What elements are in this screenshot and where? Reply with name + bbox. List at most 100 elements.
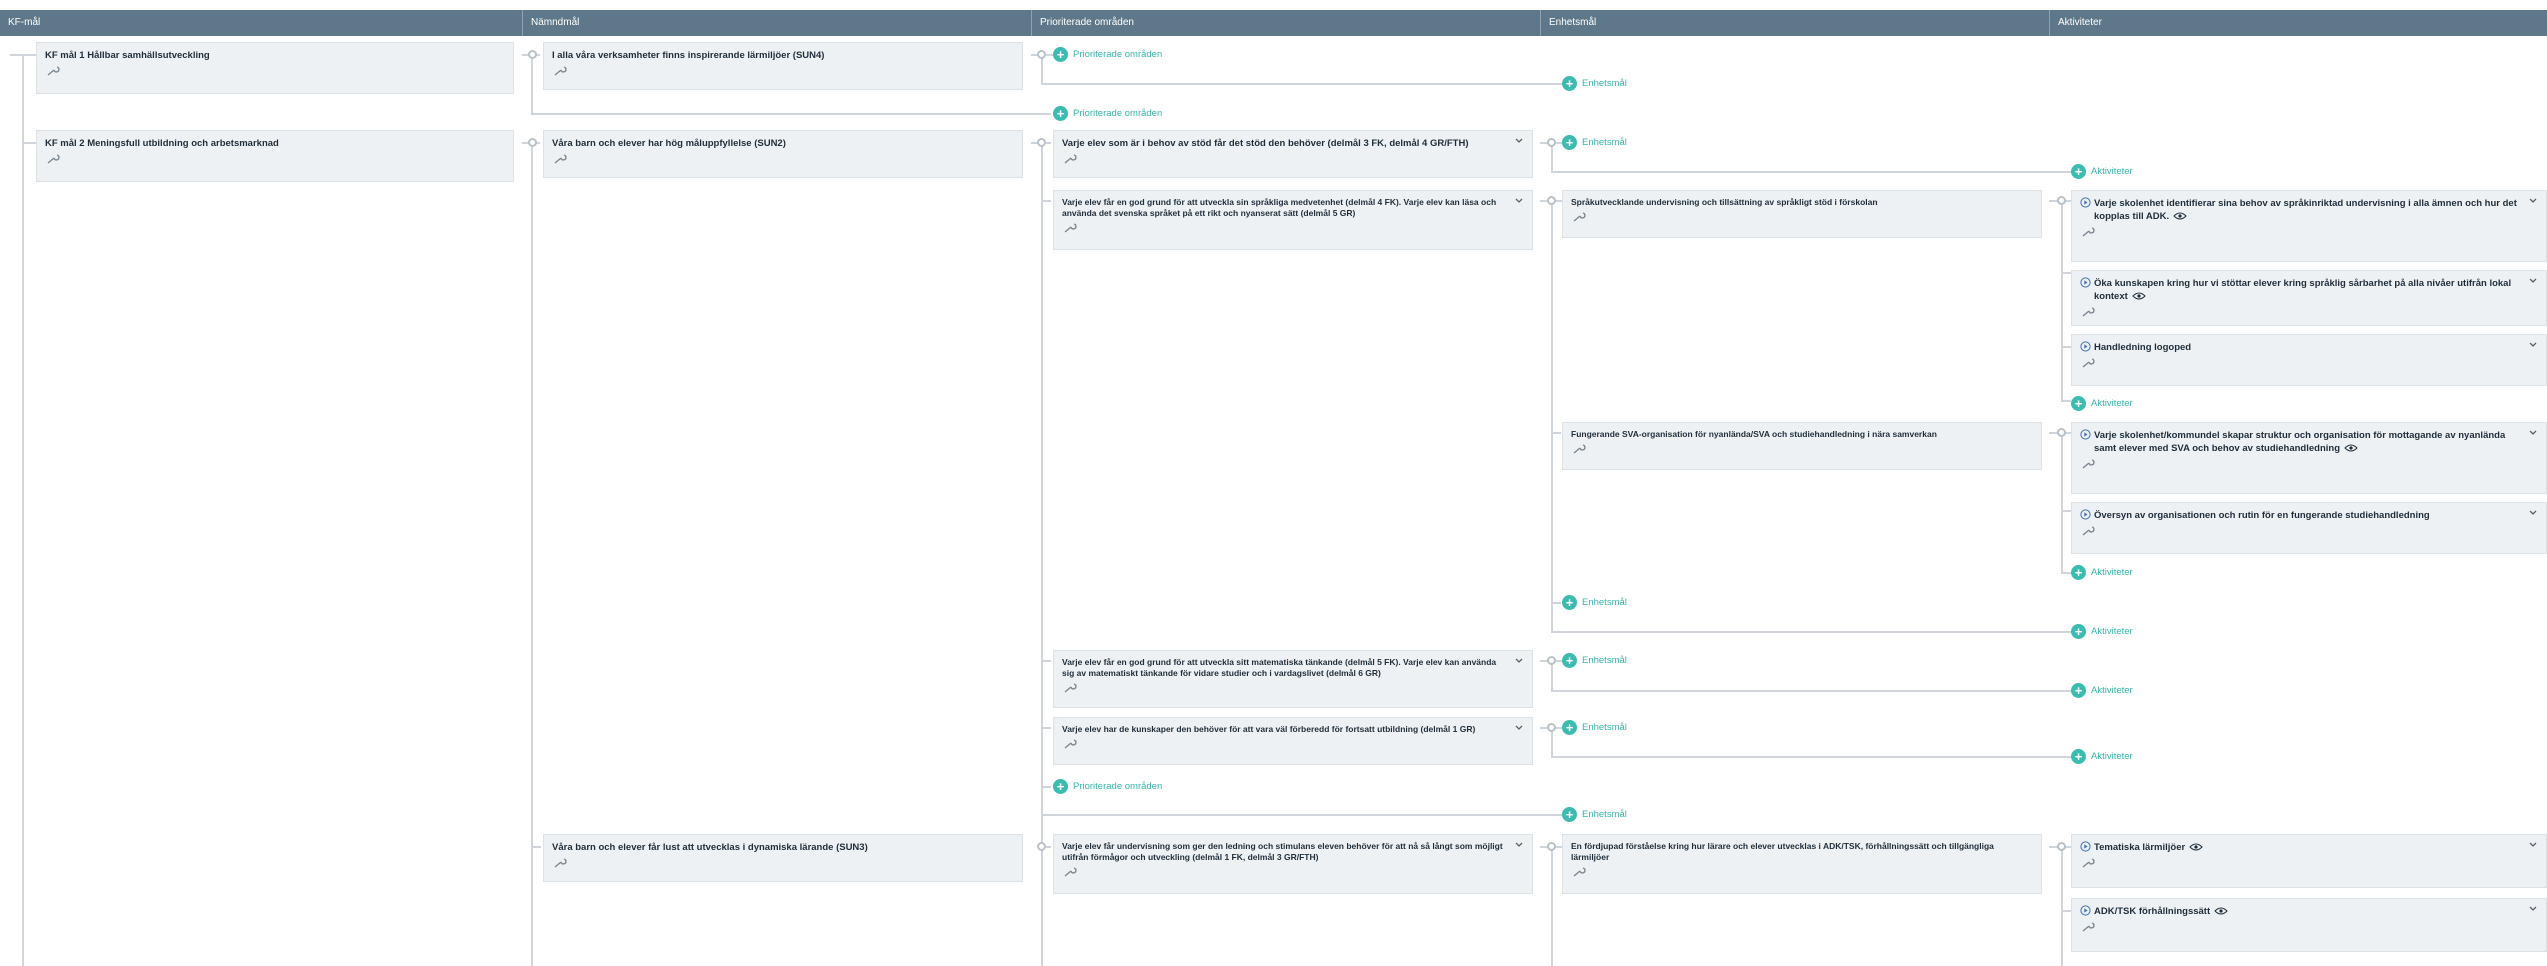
add-unit-goal-button[interactable]: + Enhetsmål bbox=[1562, 719, 1627, 735]
connector-dot bbox=[2057, 428, 2066, 437]
namnd-goal-card[interactable]: Våra barn och elever får lust att utveck… bbox=[543, 834, 1023, 882]
wrench-icon[interactable] bbox=[45, 66, 63, 78]
plus-circle-icon: + bbox=[1562, 75, 1577, 91]
add-label: Enhetsmål bbox=[1582, 808, 1627, 820]
activity-card[interactable]: Handledning logoped bbox=[2071, 334, 2547, 386]
wrench-icon[interactable] bbox=[1062, 683, 1080, 695]
plus-circle-icon: + bbox=[1562, 719, 1577, 735]
wrench-icon[interactable] bbox=[1571, 212, 1589, 224]
wrench-icon[interactable] bbox=[2080, 526, 2098, 538]
activity-card[interactable]: Varje skolenhet/kommundel skapar struktu… bbox=[2071, 422, 2547, 494]
chevron-down-icon[interactable] bbox=[1514, 196, 1524, 206]
chevron-down-icon[interactable] bbox=[2528, 840, 2538, 850]
add-unit-goal-button[interactable]: + Enhetsmål bbox=[1562, 134, 1627, 150]
play-circle-icon bbox=[2080, 905, 2091, 916]
chevron-down-icon[interactable] bbox=[1514, 840, 1524, 850]
wrench-icon[interactable] bbox=[1571, 867, 1589, 879]
namnd-goal-title: Våra barn och elever får lust att utveck… bbox=[552, 842, 868, 853]
add-unit-goal-button[interactable]: + Enhetsmål bbox=[1562, 806, 1627, 822]
connector-dot bbox=[1547, 842, 1556, 851]
add-unit-goal-button[interactable]: + Enhetsmål bbox=[1562, 75, 1627, 91]
chevron-down-icon[interactable] bbox=[2528, 428, 2538, 438]
eye-icon[interactable] bbox=[2132, 292, 2146, 300]
activity-title: Tematiska lärmiljöer bbox=[2080, 841, 2538, 854]
eye-icon[interactable] bbox=[2214, 907, 2228, 915]
chevron-down-icon[interactable] bbox=[1514, 656, 1524, 666]
connector-dot bbox=[528, 138, 537, 147]
prio-area-card[interactable]: Varje elev som är i behov av stöd får de… bbox=[1053, 130, 1533, 178]
prio-area-title: Varje elev får undervisning som ger den … bbox=[1062, 841, 1503, 862]
wrench-icon[interactable] bbox=[1062, 867, 1080, 879]
chevron-down-icon[interactable] bbox=[2528, 276, 2538, 286]
plus-circle-icon: + bbox=[2071, 682, 2086, 698]
chevron-down-icon[interactable] bbox=[2528, 904, 2538, 914]
eye-icon[interactable] bbox=[2189, 843, 2203, 851]
play-circle-icon bbox=[2080, 341, 2091, 352]
eye-icon[interactable] bbox=[2344, 444, 2358, 452]
unit-goal-title: En fördjupad förståelse kring hur lärare… bbox=[1571, 841, 1994, 862]
kf-goal-card[interactable]: KF mål 1 Hållbar samhällsutveckling bbox=[36, 42, 514, 94]
wrench-icon[interactable] bbox=[2080, 358, 2098, 370]
prio-area-card[interactable]: Varje elev får undervisning som ger den … bbox=[1053, 834, 1533, 894]
unit-goal-card[interactable]: En fördjupad förståelse kring hur lärare… bbox=[1562, 834, 2042, 894]
wrench-icon[interactable] bbox=[552, 154, 570, 166]
kf-goal-card[interactable]: KF mål 2 Meningsfull utbildning och arbe… bbox=[36, 130, 514, 182]
plus-circle-icon: + bbox=[2071, 163, 2086, 179]
add-prio-area-button[interactable]: + Prioriterade områden bbox=[1053, 105, 1162, 121]
wrench-icon[interactable] bbox=[1062, 154, 1080, 166]
activity-title: Öka kunskapen kring hur vi stöttar eleve… bbox=[2094, 278, 2512, 302]
activity-card[interactable]: Varje skolenhet identifierar sina behov … bbox=[2071, 190, 2547, 262]
add-activity-button[interactable]: + Aktiviteter bbox=[2071, 564, 2133, 580]
add-prio-area-button[interactable]: + Prioriterade områden bbox=[1053, 46, 1162, 62]
activity-card[interactable]: Öka kunskapen kring hur vi stöttar eleve… bbox=[2071, 270, 2547, 326]
activity-title: Varje skolenhet/kommundel skapar struktu… bbox=[2094, 430, 2506, 454]
chevron-down-icon[interactable] bbox=[1514, 136, 1524, 146]
add-prio-area-button[interactable]: + Prioriterade områden bbox=[1053, 778, 1162, 794]
chevron-down-icon[interactable] bbox=[2528, 196, 2538, 206]
activity-card[interactable]: Tematiska lärmiljöer bbox=[2071, 834, 2547, 888]
add-label: Enhetsmål bbox=[1582, 136, 1627, 148]
chevron-down-icon[interactable] bbox=[2528, 340, 2538, 350]
wrench-icon[interactable] bbox=[2080, 922, 2098, 934]
activity-card[interactable]: ADK/TSK förhållningssätt bbox=[2071, 898, 2547, 952]
chevron-down-icon[interactable] bbox=[1514, 723, 1524, 733]
namnd-goal-card[interactable]: Våra barn och elever har hög måluppfylle… bbox=[543, 130, 1023, 178]
add-activity-button[interactable]: + Aktiviteter bbox=[2071, 163, 2133, 179]
play-circle-icon bbox=[2080, 277, 2091, 288]
wrench-icon[interactable] bbox=[2080, 307, 2098, 319]
namnd-goal-card[interactable]: I alla våra verksamheter finns inspirera… bbox=[543, 42, 1023, 90]
add-unit-goal-button[interactable]: + Enhetsmål bbox=[1562, 652, 1627, 668]
wrench-icon[interactable] bbox=[552, 858, 570, 870]
prio-area-card[interactable]: Varje elev får en god grund för att utve… bbox=[1053, 190, 1533, 250]
wrench-icon[interactable] bbox=[2080, 227, 2098, 239]
connector-dot bbox=[1547, 196, 1556, 205]
prio-area-card[interactable]: Varje elev får en god grund för att utve… bbox=[1053, 650, 1533, 708]
add-activity-button[interactable]: + Aktiviteter bbox=[2071, 748, 2133, 764]
activity-title: Översyn av organisationen och rutin för … bbox=[2094, 510, 2430, 521]
plus-circle-icon: + bbox=[1562, 806, 1577, 822]
column-header-activities: Aktiviteter bbox=[2049, 10, 2547, 36]
namnd-goal-title: Våra barn och elever har hög måluppfylle… bbox=[552, 138, 786, 149]
column-header-unit-goals: Enhetsmål bbox=[1540, 10, 2049, 36]
connector-dot bbox=[1547, 138, 1556, 147]
prio-area-card[interactable]: Varje elev har de kunskaper den behöver … bbox=[1053, 717, 1533, 765]
add-activity-button[interactable]: + Aktiviteter bbox=[2071, 682, 2133, 698]
add-activity-button[interactable]: + Aktiviteter bbox=[2071, 395, 2133, 411]
wrench-icon[interactable] bbox=[2080, 858, 2098, 870]
wrench-icon[interactable] bbox=[1062, 223, 1080, 235]
chevron-down-icon[interactable] bbox=[2528, 508, 2538, 518]
unit-goal-card[interactable]: Språkutvecklande undervisning och tillsä… bbox=[1562, 190, 2042, 238]
unit-goal-card[interactable]: Fungerande SVA-organisation för nyanländ… bbox=[1562, 422, 2042, 470]
wrench-icon[interactable] bbox=[2080, 459, 2098, 471]
wrench-icon[interactable] bbox=[1571, 444, 1589, 456]
column-header-namnd-goals: Nämndmål bbox=[522, 10, 1031, 36]
wrench-icon[interactable] bbox=[1062, 739, 1080, 751]
activity-card[interactable]: Översyn av organisationen och rutin för … bbox=[2071, 502, 2547, 554]
wrench-icon[interactable] bbox=[552, 66, 570, 78]
add-unit-goal-button[interactable]: + Enhetsmål bbox=[1562, 594, 1627, 610]
wrench-icon[interactable] bbox=[45, 154, 63, 166]
add-label: Enhetsmål bbox=[1582, 721, 1627, 733]
eye-icon[interactable] bbox=[2173, 212, 2187, 220]
connector-dot bbox=[1037, 50, 1046, 59]
add-activity-button[interactable]: + Aktiviteter bbox=[2071, 623, 2133, 639]
